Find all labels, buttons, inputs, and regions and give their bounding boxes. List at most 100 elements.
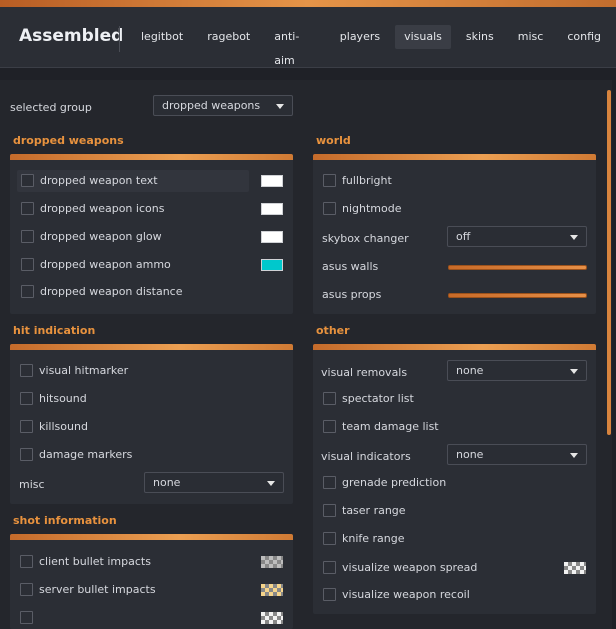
chevron-down-icon xyxy=(267,481,275,486)
dropped-weapon-ammo-checkbox[interactable] xyxy=(21,258,34,271)
list-item-label: killsound xyxy=(39,420,88,433)
dropped-weapon-distance-checkbox[interactable] xyxy=(21,285,34,298)
dropped-weapon-icons-checkbox[interactable] xyxy=(21,202,34,215)
nightmode-checkbox[interactable] xyxy=(323,202,336,215)
list-item-label: visualize weapon spread xyxy=(342,561,478,574)
color-swatch[interactable] xyxy=(261,231,283,243)
killsound-checkbox[interactable] xyxy=(20,420,33,433)
fullbright-checkbox[interactable] xyxy=(323,174,336,187)
scrollbar-thumb[interactable] xyxy=(607,90,611,435)
list-item[interactable]: visualize weapon recoil xyxy=(319,584,539,606)
tab-ragebot[interactable]: ragebot xyxy=(198,25,259,49)
asus-props-label: asus props xyxy=(322,288,382,301)
selected-group-label: selected group xyxy=(10,101,92,114)
list-item-label: fullbright xyxy=(342,174,392,187)
chevron-down-icon xyxy=(276,104,284,109)
visualize-weapon-spread-checkbox[interactable] xyxy=(323,561,336,574)
list-item[interactable]: server bullet impacts xyxy=(16,579,236,601)
dropped-weapon-glow-checkbox[interactable] xyxy=(21,230,34,243)
color-swatch[interactable] xyxy=(261,259,283,271)
list-item[interactable]: hitsound xyxy=(16,388,216,410)
list-item-label: knife range xyxy=(342,532,405,545)
list-item[interactable]: nightmode xyxy=(319,198,519,220)
list-item[interactable]: killsound xyxy=(16,416,216,438)
server-bullet-impacts-checkbox[interactable] xyxy=(20,583,33,596)
tab-anti-aim[interactable]: anti-aim xyxy=(265,25,325,67)
top-accent-bar xyxy=(0,0,616,7)
color-swatch[interactable] xyxy=(261,584,283,596)
visualize-weapon-recoil-checkbox[interactable] xyxy=(323,588,336,601)
misc-label: misc xyxy=(19,478,45,491)
world-title: world xyxy=(316,134,351,147)
chevron-down-icon xyxy=(570,235,578,240)
visual-removals-dropdown[interactable]: none xyxy=(447,360,587,381)
tab-misc[interactable]: misc xyxy=(509,25,553,49)
list-item[interactable]: damage markers xyxy=(16,444,216,466)
asus-walls-label: asus walls xyxy=(322,260,379,273)
visual-removals-label: visual removals xyxy=(321,366,408,379)
list-item-label: dropped weapon glow xyxy=(40,230,162,243)
list-item[interactable]: taser range xyxy=(319,500,539,522)
list-item[interactable]: fullbright xyxy=(319,170,519,192)
world-panel: fullbright nightmode skybox changer off … xyxy=(313,154,596,314)
visual-indicators-dropdown[interactable]: none xyxy=(447,444,587,465)
tab-players[interactable]: players xyxy=(331,25,389,49)
list-item-label: visualize weapon recoil xyxy=(342,588,470,601)
color-swatch[interactable] xyxy=(564,562,586,574)
skybox-changer-dropdown[interactable]: off xyxy=(447,226,587,247)
tab-config[interactable]: config xyxy=(558,25,610,49)
knife-range-checkbox[interactable] xyxy=(323,532,336,545)
dropped-weapons-title: dropped weapons xyxy=(13,134,124,147)
visual-indicators-label: visual indicators xyxy=(321,450,411,463)
chevron-down-icon xyxy=(570,453,578,458)
list-item-label: grenade prediction xyxy=(342,476,447,489)
shot-information-title: shot information xyxy=(13,514,117,527)
color-swatch[interactable] xyxy=(261,203,283,215)
selected-group-value: dropped weapons xyxy=(162,99,261,112)
spectator-list-checkbox[interactable] xyxy=(323,392,336,405)
list-item[interactable]: dropped weapon glow xyxy=(17,226,249,248)
visual-indicators-value: none xyxy=(456,448,484,461)
team-damage-list-checkbox[interactable] xyxy=(323,420,336,433)
list-item[interactable]: knife range xyxy=(319,528,539,550)
list-item-label: damage markers xyxy=(39,448,133,461)
color-swatch[interactable] xyxy=(261,175,283,187)
tab-legitbot[interactable]: legitbot xyxy=(132,25,192,49)
visual-hitmarker-checkbox[interactable] xyxy=(20,364,33,377)
asus-walls-slider[interactable] xyxy=(448,265,587,270)
list-item-label: nightmode xyxy=(342,202,402,215)
taser-range-checkbox[interactable] xyxy=(323,504,336,517)
list-item[interactable]: team damage list xyxy=(319,416,539,438)
dropped-weapon-text-checkbox[interactable] xyxy=(21,174,34,187)
list-item[interactable]: client bullet impacts xyxy=(16,551,236,573)
list-item[interactable]: dropped weapon distance xyxy=(17,281,249,303)
color-swatch[interactable] xyxy=(261,556,283,568)
damage-markers-checkbox[interactable] xyxy=(20,448,33,461)
list-item[interactable]: visualize weapon spread xyxy=(319,557,539,579)
tab-skins[interactable]: skins xyxy=(457,25,503,49)
list-item[interactable]: visual hitmarker xyxy=(16,360,216,382)
client-bullet-impacts-checkbox[interactable] xyxy=(20,555,33,568)
color-swatch[interactable] xyxy=(261,612,283,624)
list-item-label: visual hitmarker xyxy=(39,364,129,377)
list-item[interactable]: spectator list xyxy=(319,388,539,410)
tab-visuals[interactable]: visuals xyxy=(395,25,451,49)
other-title: other xyxy=(316,324,350,337)
hitsound-checkbox[interactable] xyxy=(20,392,33,405)
asus-props-slider[interactable] xyxy=(448,293,587,298)
grenade-prediction-checkbox[interactable] xyxy=(323,476,336,489)
list-item[interactable]: dropped weapon icons xyxy=(17,198,249,220)
list-item-label: server bullet impacts xyxy=(39,583,156,596)
list-item-label: dropped weapon icons xyxy=(40,202,165,215)
nav-tabs: legitbot ragebot anti-aim players visual… xyxy=(132,25,616,67)
list-item[interactable] xyxy=(16,607,236,629)
list-item[interactable]: dropped weapon ammo xyxy=(17,254,249,276)
list-item[interactable]: dropped weapon text xyxy=(17,170,249,192)
misc-dropdown[interactable]: none xyxy=(144,472,284,493)
list-item-label: client bullet impacts xyxy=(39,555,151,568)
dropped-weapons-panel: dropped weapon text dropped weapon icons… xyxy=(10,154,293,314)
list-item[interactable]: grenade prediction xyxy=(319,472,539,494)
shot-info-checkbox[interactable] xyxy=(20,611,33,624)
selected-group-dropdown[interactable]: dropped weapons xyxy=(153,95,293,116)
list-item-label: dropped weapon text xyxy=(40,174,158,187)
